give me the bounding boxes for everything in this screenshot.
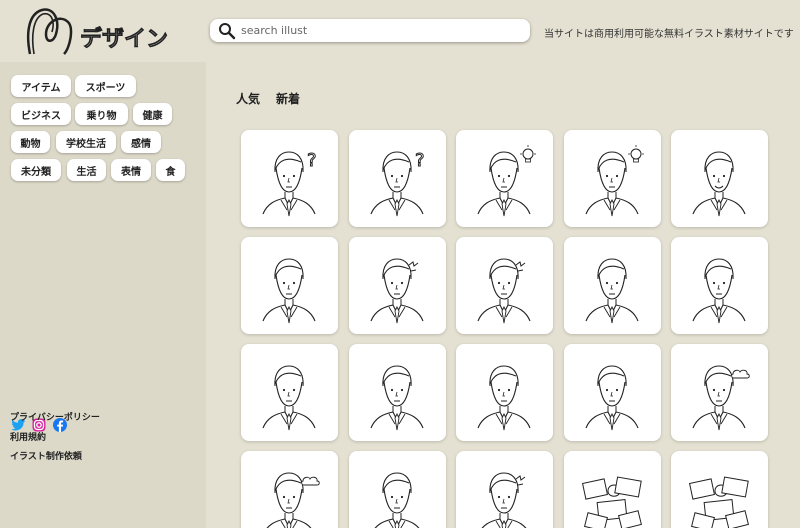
tag-health[interactable]: 健康 bbox=[133, 103, 172, 125]
illustration-request-link[interactable]: イラスト制作依頼 bbox=[10, 449, 82, 462]
site-tagline: 当サイトは商用利用可能な無料イラスト素材サイトです bbox=[544, 29, 794, 40]
illustration-card[interactable] bbox=[671, 237, 768, 334]
main-content: 人気 新着 ?? bbox=[206, 62, 800, 528]
illustration-image: ? bbox=[369, 150, 425, 217]
illustration-image bbox=[262, 258, 316, 324]
illustration-card[interactable] bbox=[671, 344, 768, 441]
illustration-image bbox=[266, 472, 320, 528]
tag-emotion[interactable]: 感情 bbox=[121, 131, 161, 153]
illustration-image bbox=[584, 365, 639, 431]
illustration-card[interactable] bbox=[563, 344, 661, 441]
tag-food[interactable]: 食 bbox=[156, 159, 185, 181]
tag-school-life[interactable]: 学校生活 bbox=[56, 131, 116, 153]
illustration-card[interactable] bbox=[456, 344, 553, 441]
tag-life[interactable]: 生活 bbox=[67, 159, 106, 181]
tag-business[interactable]: ビジネス bbox=[11, 103, 71, 125]
illustration-image bbox=[477, 145, 536, 217]
tag-vehicles[interactable]: 乗り物 bbox=[75, 103, 128, 125]
illustration-image bbox=[692, 151, 746, 217]
illustration-card[interactable] bbox=[563, 237, 661, 334]
illustration-image bbox=[477, 258, 531, 324]
tag-sports[interactable]: スポーツ bbox=[75, 75, 136, 97]
tag-item[interactable]: アイテム bbox=[11, 75, 71, 97]
terms-link[interactable]: 利用規約 bbox=[10, 430, 46, 443]
search-bar[interactable] bbox=[210, 19, 530, 42]
illustration-card[interactable] bbox=[563, 130, 661, 227]
illustration-image bbox=[369, 258, 424, 324]
svg-text:デザイン: デザイン bbox=[80, 27, 168, 52]
tag-animals[interactable]: 動物 bbox=[11, 131, 50, 153]
illustration-card[interactable] bbox=[348, 237, 446, 334]
illustration-card[interactable] bbox=[671, 130, 768, 227]
svg-text:?: ? bbox=[307, 150, 317, 171]
illustration-image bbox=[584, 145, 644, 217]
svg-text:?: ? bbox=[415, 150, 425, 171]
illustration-card[interactable]: ? bbox=[348, 130, 446, 227]
top-bar: デザイン 当サイトは商用利用可能な無料イラスト素材サイトです bbox=[0, 0, 800, 62]
tab-new[interactable]: 新着 bbox=[276, 90, 300, 107]
illustration-image bbox=[373, 472, 420, 528]
illustration-image bbox=[692, 365, 750, 431]
illustration-image bbox=[692, 258, 746, 324]
logo-icon: デザイン bbox=[26, 8, 169, 55]
illustration-image bbox=[584, 258, 639, 324]
illustration-image bbox=[262, 365, 316, 431]
sidebar: アイテム スポーツ ビジネス 乗り物 健康 動物 学校生活 感情 未分類 生活 … bbox=[0, 62, 206, 528]
illustration-image: ? bbox=[262, 150, 317, 217]
site-logo[interactable]: デザイン bbox=[24, 4, 186, 60]
illustration-card[interactable] bbox=[456, 237, 553, 334]
tag-expression[interactable]: 表情 bbox=[111, 159, 151, 181]
illustration-image bbox=[688, 476, 750, 528]
illustration-card[interactable] bbox=[456, 451, 553, 528]
illustration-card[interactable] bbox=[671, 451, 768, 528]
privacy-policy-link[interactable]: プライバシーポリシー bbox=[10, 410, 100, 423]
illustration-card[interactable] bbox=[456, 130, 553, 227]
illustration-image bbox=[477, 365, 531, 431]
illustration-card[interactable] bbox=[241, 451, 338, 528]
search-icon bbox=[219, 22, 236, 39]
illustration-card[interactable] bbox=[241, 344, 338, 441]
tag-uncategorized[interactable]: 未分類 bbox=[11, 159, 61, 181]
illustration-card[interactable] bbox=[348, 451, 446, 528]
illustration-card[interactable] bbox=[563, 451, 661, 528]
illustration-card[interactable]: ? bbox=[241, 130, 338, 227]
illustration-image bbox=[369, 365, 424, 431]
illustration-image bbox=[481, 472, 527, 528]
illustration-image bbox=[581, 476, 642, 528]
tab-popular[interactable]: 人気 bbox=[236, 90, 260, 107]
illustration-card[interactable] bbox=[348, 344, 446, 441]
search-input[interactable] bbox=[241, 24, 521, 37]
illustration-card[interactable] bbox=[241, 237, 338, 334]
